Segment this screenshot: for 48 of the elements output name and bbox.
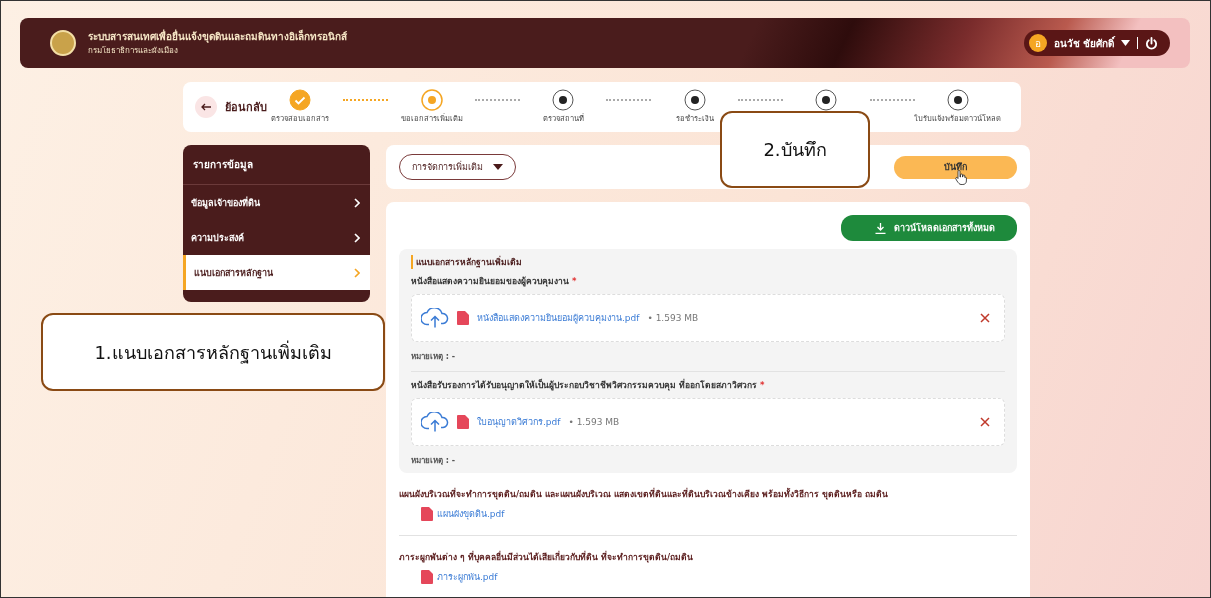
callout-text: 2.บันทึก [763,138,827,162]
file-link[interactable]: ใบอนุญาตวิศวกร.pdf [477,415,561,429]
pdf-file-icon [457,415,469,429]
sidebar-item[interactable]: ความประสงค์ [183,220,370,255]
note-text: หมายเหตุ : - [411,455,457,467]
cloud-upload-icon [421,412,449,432]
file-link[interactable]: ภาระผูกพัน.pdf [437,570,498,584]
user-name: อนวัช ชัยศักดิ์ [1053,35,1114,51]
caret-icon [493,164,503,170]
avatar: อ [1028,34,1047,52]
file-upload-field[interactable]: ใบอนุญาตวิศวกร.pdf • 1.593 MB [411,398,1005,446]
back-arrow-icon [201,103,211,111]
sidebar-item[interactable]: ข้อมูลเจ้าของที่ดิน [183,185,370,220]
back-button[interactable]: ย้อนกลับ [193,96,267,118]
note-text: หมายเหตุ : - [411,351,457,363]
file-upload-field[interactable]: หนังสือแสดงความยินยอมผู้ควบคุมงาน.pdf • 1.593 MB [411,294,1005,342]
more-actions-dropdown[interactable]: การจัดการเพิ่มเติม [399,154,516,180]
power-icon[interactable] [1145,36,1158,50]
app-title: ระบบสารสนเทศเพื่อยื่นแจ้งขุดดินและถมดินทางอิเล็กทรอนิกส์ [88,29,348,44]
chevron-right-icon [354,232,360,243]
close-icon[interactable] [980,313,990,323]
file-size: • 1.593 MB [647,313,699,323]
file-link[interactable]: หนังสือแสดงความยินยอมผู้ควบคุมงาน.pdf [477,311,640,325]
field-label: หนังสือรับรองการได้รับอนุญาตให้เป็นผู้ประกอบวิชาชีพวิศวกรรมควบคุม ที่ออกโดยสภาวิศวกร * [411,378,766,392]
save-button[interactable]: บันทึก [894,155,1017,179]
download-all-button[interactable]: ดาวน์โหลดเอกสารทั้งหมด [841,215,1017,241]
cloud-upload-icon [421,308,449,328]
document-label: แผนผังบริเวณที่จะทำการขุดดิน/ถมดิน และแผนผังบริเวณ แสดงเขตที่ดินและที่ดินบริเวณข้างเคียง พร้อมทั้งวิธีการ ขุดดินหรือ ถมดิน [399,487,889,501]
document-label: ภาระผูกพันต่าง ๆ ที่บุคคลอื่นมีส่วนได้เสียเกี่ยวกับที่ดิน ที่จะทำการขุดดิน/ถมดิน [399,550,694,564]
emblem-icon [50,30,76,56]
pdf-file-icon [457,311,469,325]
chevron-right-icon [354,197,360,208]
department-name: กรมโยธาธิการและผังเมือง [88,45,179,57]
close-icon[interactable] [980,417,990,427]
callout-text: 1.แนบเอกสารหลักฐานเพิ่มเติม [94,339,332,366]
download-icon [875,222,886,234]
sidebar-title: รายการข้อมูล [183,145,370,185]
field-label: หนังสือแสดงความยินยอมของผู้ควบคุมงาน * [411,275,578,288]
hand-cursor-icon [955,170,967,185]
caret-icon [1121,40,1130,46]
pdf-file-icon [421,507,433,521]
file-size: • 1.593 MB [568,417,620,427]
section-title: แนบเอกสารหลักฐานเพิ่มเติม [411,255,1005,269]
file-link[interactable]: แผนผังขุดดิน.pdf [437,507,505,521]
chevron-right-icon [354,267,360,278]
user-menu[interactable]: อ อนวัช ชัยศักดิ์ [1023,30,1170,56]
pdf-file-icon [421,570,433,584]
sidebar-item[interactable]: แนบเอกสารหลักฐาน [183,255,370,290]
